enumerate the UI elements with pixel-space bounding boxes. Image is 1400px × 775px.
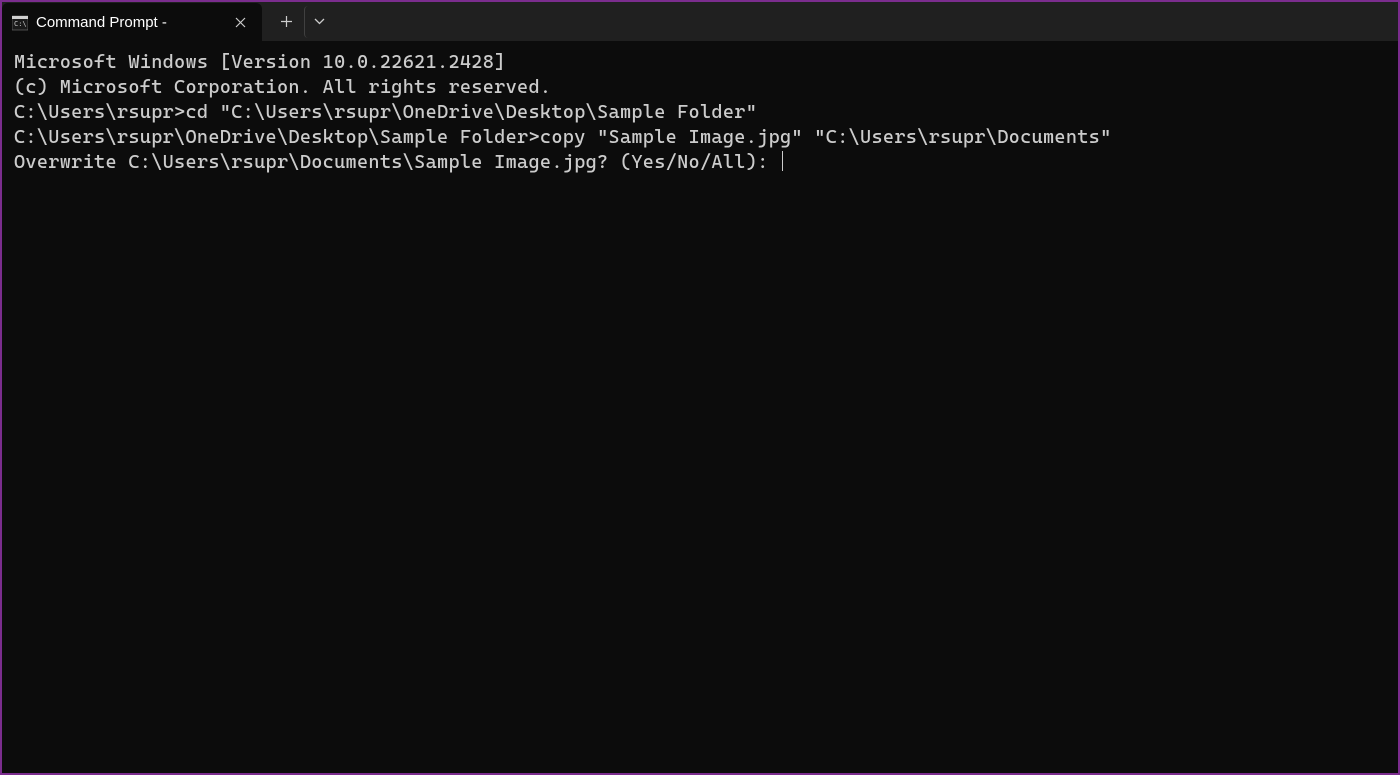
titlebar: C:\ Command Prompt - [2, 2, 1398, 42]
close-tab-button[interactable] [230, 13, 250, 33]
terminal-content[interactable]: Microsoft Windows [Version 10.0.22621.24… [2, 42, 1398, 773]
tab-dropdown-button[interactable] [304, 6, 334, 38]
cursor [782, 151, 783, 171]
tab-title: Command Prompt - [36, 14, 222, 31]
svg-text:C:\: C:\ [14, 20, 27, 28]
new-tab-button[interactable] [268, 6, 304, 38]
terminal-line: (c) Microsoft Corporation. All rights re… [14, 75, 1386, 100]
terminal-line: C:\Users\rsupr>cd "C:\Users\rsupr\OneDri… [14, 100, 1386, 125]
terminal-line: C:\Users\rsupr\OneDrive\Desktop\Sample F… [14, 125, 1386, 150]
terminal-prompt-line: Overwrite C:\Users\rsupr\Documents\Sampl… [14, 151, 783, 173]
terminal-window: C:\ Command Prompt - Microsoft Windows [… [2, 2, 1398, 773]
cmd-icon: C:\ [12, 15, 28, 31]
terminal-line: Microsoft Windows [Version 10.0.22621.24… [14, 50, 1386, 75]
terminal-prompt-text: Overwrite C:\Users\rsupr\Documents\Sampl… [14, 151, 780, 173]
active-tab[interactable]: C:\ Command Prompt - [2, 3, 262, 43]
